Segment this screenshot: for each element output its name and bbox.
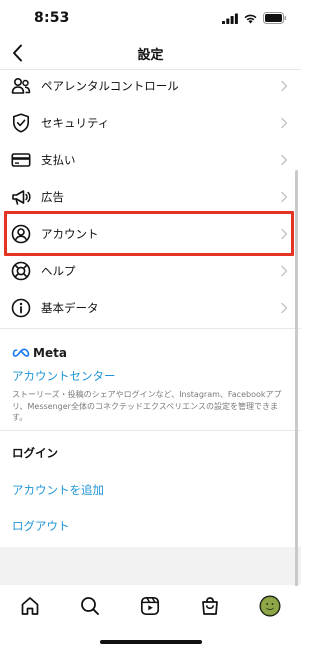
battery-icon xyxy=(263,12,287,24)
chevron-right-icon xyxy=(281,80,288,92)
reels-icon xyxy=(140,596,160,616)
profile-tab[interactable] xyxy=(259,595,281,617)
search-tab[interactable] xyxy=(79,595,101,617)
add-account-link[interactable]: アカウントを追加 xyxy=(12,482,104,498)
menu-item-label: ヘルプ xyxy=(41,264,76,278)
home-tab[interactable] xyxy=(19,595,41,617)
meta-description: ストーリーズ・投稿のシェアやログインなど、Instagram、Facebookア… xyxy=(12,390,282,422)
meta-logo-text: Meta xyxy=(33,346,67,360)
menu-item-help[interactable]: ヘルプ xyxy=(0,253,301,289)
navigation-bar: 設定 xyxy=(0,36,301,70)
shop-tab[interactable] xyxy=(199,595,221,617)
menu-item-parental-controls[interactable]: ペアレンタルコントロール xyxy=(0,68,301,104)
signal-icon xyxy=(222,13,238,24)
chevron-right-icon xyxy=(281,154,288,166)
menu-item-label: ペアレンタルコントロール xyxy=(41,79,179,93)
profile-avatar xyxy=(259,595,281,617)
shield-icon xyxy=(11,113,31,133)
search-icon xyxy=(81,597,99,615)
scrollbar[interactable] xyxy=(295,170,298,590)
reels-tab[interactable] xyxy=(139,595,161,617)
wifi-icon xyxy=(244,14,257,23)
status-bar: 8:53 xyxy=(0,0,301,36)
chevron-right-icon xyxy=(281,302,288,314)
home-icon xyxy=(21,597,39,615)
login-section-title: ログイン xyxy=(12,446,58,460)
menu-item-ads[interactable]: 広告 xyxy=(0,179,301,215)
status-time: 8:53 xyxy=(34,10,70,26)
chevron-right-icon xyxy=(281,191,288,203)
menu-item-security[interactable]: セキュリティ xyxy=(0,105,301,141)
shop-icon xyxy=(202,597,218,615)
accounts-center-link[interactable]: アカウントセンター xyxy=(12,368,116,384)
credit-card-icon xyxy=(11,150,31,170)
lifebuoy-icon xyxy=(11,261,31,281)
meta-logo: Meta xyxy=(12,346,67,360)
menu-item-about[interactable]: 基本データ xyxy=(0,290,301,326)
page-title: 設定 xyxy=(137,48,164,63)
bottom-spacer xyxy=(0,547,301,585)
chevron-right-icon xyxy=(281,265,288,277)
meta-infinity-icon xyxy=(12,348,30,357)
menu-item-label: セキュリティ xyxy=(41,116,110,130)
chevron-right-icon xyxy=(281,117,288,129)
section-divider xyxy=(0,430,301,431)
status-icons xyxy=(222,12,287,24)
home-indicator xyxy=(100,640,202,644)
menu-item-payments[interactable]: 支払い xyxy=(0,142,301,178)
menu-item-label: 基本データ xyxy=(41,301,99,315)
highlight-box xyxy=(4,211,294,256)
info-icon xyxy=(11,298,31,318)
menu-item-label: 支払い xyxy=(41,153,76,167)
section-divider xyxy=(0,328,301,329)
menu-item-label: 広告 xyxy=(41,190,64,204)
megaphone-icon xyxy=(11,187,31,207)
bottom-tab-bar xyxy=(0,586,301,626)
logout-link[interactable]: ログアウト xyxy=(12,518,70,534)
people-icon xyxy=(11,76,31,96)
